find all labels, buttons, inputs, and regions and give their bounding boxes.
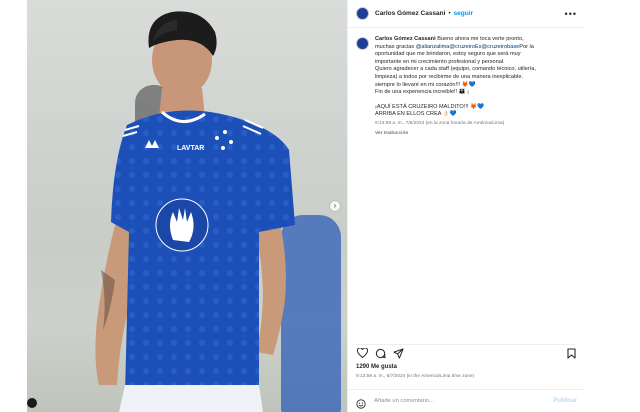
account-mark-icon (27, 398, 37, 408)
see-translation-link[interactable]: Ver traducción (375, 130, 573, 138)
author-username[interactable]: Carlos Gómez Cassani (375, 10, 445, 17)
emoji-icon[interactable] (356, 396, 366, 409)
more-options-icon[interactable]: ••• (565, 9, 577, 19)
caption-line: limpieza) a todos por recibirme de una m… (375, 73, 523, 80)
caption-line: Quiero agradecer a cada staff (equipo, c… (375, 66, 536, 73)
comment-bar: Añade un comentario... Publicar (348, 389, 585, 411)
caption-line: importante en mi crecimiento profesional… (375, 58, 505, 65)
post-header: Carlos Gómez Cassani • seguir ••• (348, 0, 585, 28)
header-separator: • (448, 10, 451, 17)
post-date: 9:13:59 a. m., 6/7/2024 (in the America/… (356, 374, 475, 379)
mention-link[interactable]: @cruzeirobase (482, 44, 520, 50)
next-photo-arrow-icon[interactable]: › (329, 200, 341, 212)
post-caption: Carlos Gómez Cassani Bueno ahora me toca… (356, 36, 577, 137)
caption-username[interactable]: Carlos Gómez Cassani (375, 36, 436, 42)
action-bar (356, 344, 577, 359)
caption-line: Fin de una experiencia increible!! 👨‍👩‍👦… (375, 89, 470, 96)
comment-input[interactable]: Añade un comentario... (374, 398, 434, 404)
likes-count[interactable]: 1290 Me gusta (356, 364, 397, 370)
caption-timestamp: 9:13:59 a. m., 7/6/2024 (en la zona hora… (375, 120, 505, 126)
caption-line: oportunidad que me brindaron, estoy segu… (375, 51, 521, 58)
heart-icon[interactable] (356, 347, 368, 359)
save-bookmark-icon[interactable] (565, 347, 577, 359)
caption-body: Carlos Gómez Cassani Bueno ahora me toca… (375, 36, 573, 137)
post-photo[interactable]: LAVTAR › (27, 0, 347, 412)
caption-line: muchas gracias (375, 43, 415, 50)
post-details-panel: Carlos Gómez Cassani • seguir ••• Carlos… (347, 0, 585, 412)
caption-avatar[interactable] (356, 37, 369, 50)
photo-player-figure: LAVTAR (95, 11, 295, 412)
mention-link[interactable]: @cruzeiroEs (449, 44, 481, 50)
svg-text:LAVTAR: LAVTAR (177, 145, 204, 152)
share-icon[interactable] (392, 347, 404, 359)
caption-line: Por la (519, 43, 534, 50)
caption-line: Bueno ahora me toca verte pronto, (437, 36, 524, 42)
post-comment-button[interactable]: Publicar (553, 398, 577, 404)
comment-icon[interactable] (374, 347, 386, 359)
follow-button[interactable]: seguir (454, 10, 474, 17)
caption-line: ARRIBA EN ELLOS CREA 👌🏻💙 (375, 111, 457, 118)
author-avatar[interactable] (356, 7, 369, 20)
mention-link[interactable]: @alianzalima (416, 44, 450, 50)
